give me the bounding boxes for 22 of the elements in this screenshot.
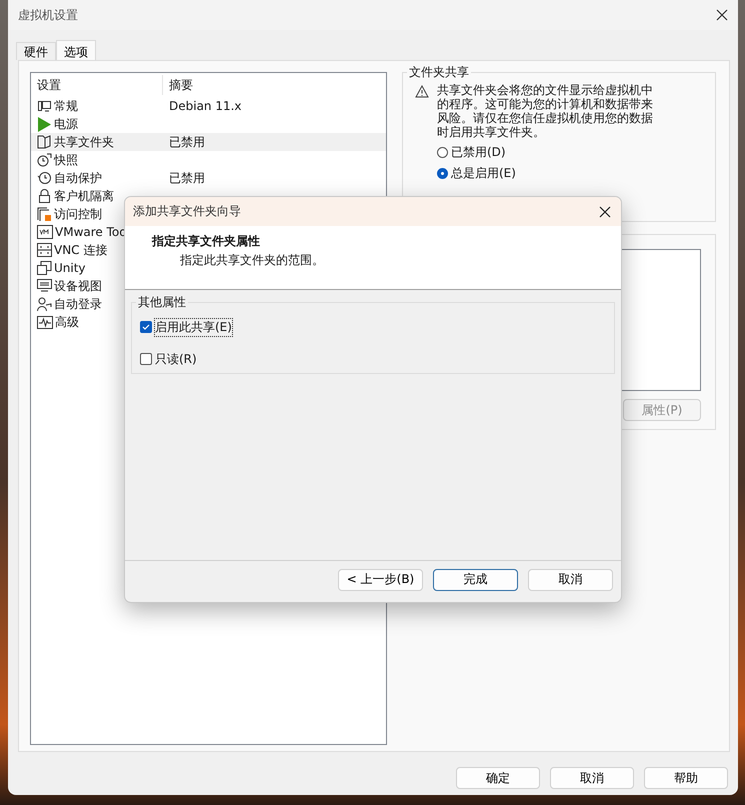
setting-name: 客户机隔离 <box>54 188 114 204</box>
window-title: 虚拟机设置 <box>18 6 78 24</box>
setting-name: 自动保护 <box>54 170 102 186</box>
warning-text: 共享文件夹会将您的文件显示给虚拟机中的程序。这可能为您的计算机和数据带来风险。请仅在您信任虚拟机使用您的数据时启用共享文件夹。 <box>437 83 654 139</box>
wizard-subheading: 指定此共享文件夹的范围。 <box>179 252 325 269</box>
setting-name: 常规 <box>54 98 78 114</box>
wizard-heading: 指定共享文件夹属性 <box>152 233 261 250</box>
group-title: 其他属性 <box>137 294 187 311</box>
dialog-title: 添加共享文件夹向导 <box>133 203 241 220</box>
group-title: 文件夹共享 <box>408 64 470 81</box>
setting-summary: 已禁用 <box>168 134 205 150</box>
setting-name: VNC 连接 <box>54 242 108 258</box>
setting-name: 设备视图 <box>54 278 102 294</box>
setting-name: 自动登录 <box>54 296 102 312</box>
setting-summary: 已禁用 <box>168 170 205 186</box>
setting-name: Unity <box>54 261 86 275</box>
setting-summary: Debian 11.x <box>168 99 242 113</box>
setting-name: 访问控制 <box>54 206 102 222</box>
setting-name: 高级 <box>55 314 79 330</box>
setting-name: 共享文件夹 <box>54 134 114 150</box>
setting-name: 电源 <box>54 116 78 132</box>
setting-name: 快照 <box>54 152 78 168</box>
